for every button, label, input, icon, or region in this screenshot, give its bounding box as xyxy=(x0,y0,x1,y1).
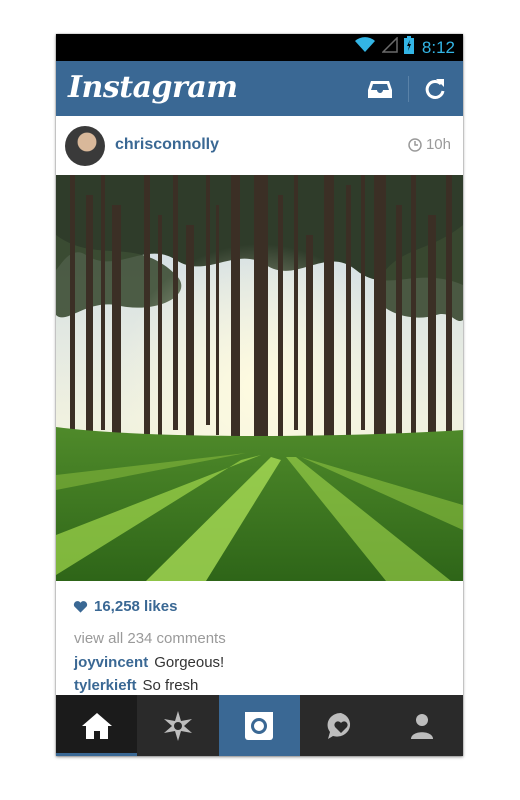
camera-icon xyxy=(244,711,274,741)
clock-icon xyxy=(408,137,422,152)
tab-profile[interactable] xyxy=(382,695,463,756)
action-bar: Instagram xyxy=(56,61,463,116)
inbox-button[interactable] xyxy=(366,75,394,103)
phone-screen: 8:12 Instagram chrisconnolly 10h 16,258 … xyxy=(56,34,463,756)
refresh-icon xyxy=(421,79,449,107)
person-icon xyxy=(408,712,436,740)
likes-count[interactable]: 16,258 likes xyxy=(73,598,177,615)
refresh-button[interactable] xyxy=(421,75,449,103)
inbox-icon xyxy=(366,81,394,107)
avatar[interactable] xyxy=(65,126,105,166)
heart-icon xyxy=(73,600,94,614)
action-bar-divider xyxy=(408,76,409,102)
view-all-comments-link[interactable]: view all 234 comments xyxy=(74,630,226,647)
home-icon xyxy=(81,712,113,740)
post-photo[interactable] xyxy=(56,175,463,581)
tab-home[interactable] xyxy=(56,695,138,756)
comment-username[interactable]: tylerkieft xyxy=(74,677,137,694)
tab-news[interactable] xyxy=(300,695,381,756)
comment-text: So fresh xyxy=(142,677,199,694)
comment-item: joyvincent Gorgeous! xyxy=(74,654,224,671)
tab-explore[interactable] xyxy=(137,695,218,756)
likes-label: 16,258 likes xyxy=(94,598,178,615)
tab-camera[interactable] xyxy=(218,695,301,756)
comment-item: tylerkieft So fresh xyxy=(74,677,198,694)
post-username[interactable]: chrisconnolly xyxy=(115,136,219,154)
post-header: chrisconnolly 10h xyxy=(56,116,463,175)
battery-icon xyxy=(403,36,414,59)
comment-text: Gorgeous! xyxy=(154,654,225,671)
bottom-nav xyxy=(56,695,463,756)
status-bar: 8:12 xyxy=(56,34,463,61)
activity-icon xyxy=(325,711,357,741)
status-time: 8:12 xyxy=(421,37,455,57)
post-time-label: 10h xyxy=(425,136,451,153)
post-time: 10h xyxy=(408,136,451,153)
comment-username[interactable]: joyvincent xyxy=(74,654,148,671)
wifi-icon xyxy=(354,37,376,58)
app-logo: Instagram xyxy=(68,70,238,105)
star-icon xyxy=(162,710,194,742)
signal-icon xyxy=(381,36,398,58)
